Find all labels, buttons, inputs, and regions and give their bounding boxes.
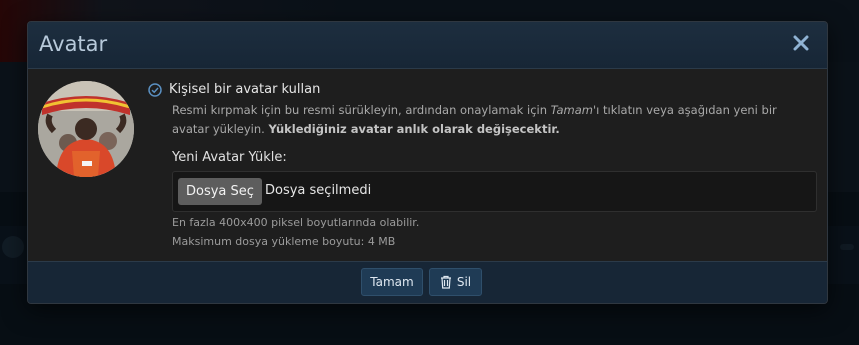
use-custom-avatar-option[interactable]: Kişisel bir avatar kullan Resmi kırpmak … (148, 82, 813, 139)
ok-button[interactable]: Tamam (361, 268, 423, 296)
option-help-text: Resmi kırpmak için bu resmi sürükleyin, … (172, 103, 777, 136)
ok-button-label: Tamam (370, 275, 414, 289)
close-button[interactable] (789, 31, 813, 55)
trash-icon (440, 275, 451, 289)
size-hint: En fazla 400x400 piksel boyutlarında ola… (172, 216, 420, 229)
dialog-footer: Tamam Sil (28, 261, 827, 303)
option-label: Kişisel bir avatar kullan (169, 82, 321, 97)
delete-button-label: Sil (456, 275, 472, 289)
upload-label: Yeni Avatar Yükle: (172, 150, 287, 165)
avatar-image (38, 81, 134, 177)
avatar-preview[interactable] (38, 81, 134, 177)
file-status: Dosya seçilmedi (265, 183, 372, 198)
max-size-hint: Maksimum dosya yükleme boyutu: 4 MB (172, 235, 396, 248)
close-icon (793, 35, 809, 51)
avatar-dialog: Avatar Kişisel bir avatar kullan Resmi k… (27, 21, 828, 304)
choose-file-button[interactable]: Dosya Seç (178, 178, 262, 205)
file-input[interactable]: Dosya Seç Dosya seçilmedi (172, 171, 817, 212)
dialog-header: Avatar (28, 22, 827, 69)
dialog-body: Kişisel bir avatar kullan Resmi kırpmak … (28, 69, 827, 261)
delete-button[interactable]: Sil (429, 268, 482, 296)
check-circle-icon[interactable] (148, 82, 162, 97)
dialog-title: Avatar (39, 32, 108, 56)
